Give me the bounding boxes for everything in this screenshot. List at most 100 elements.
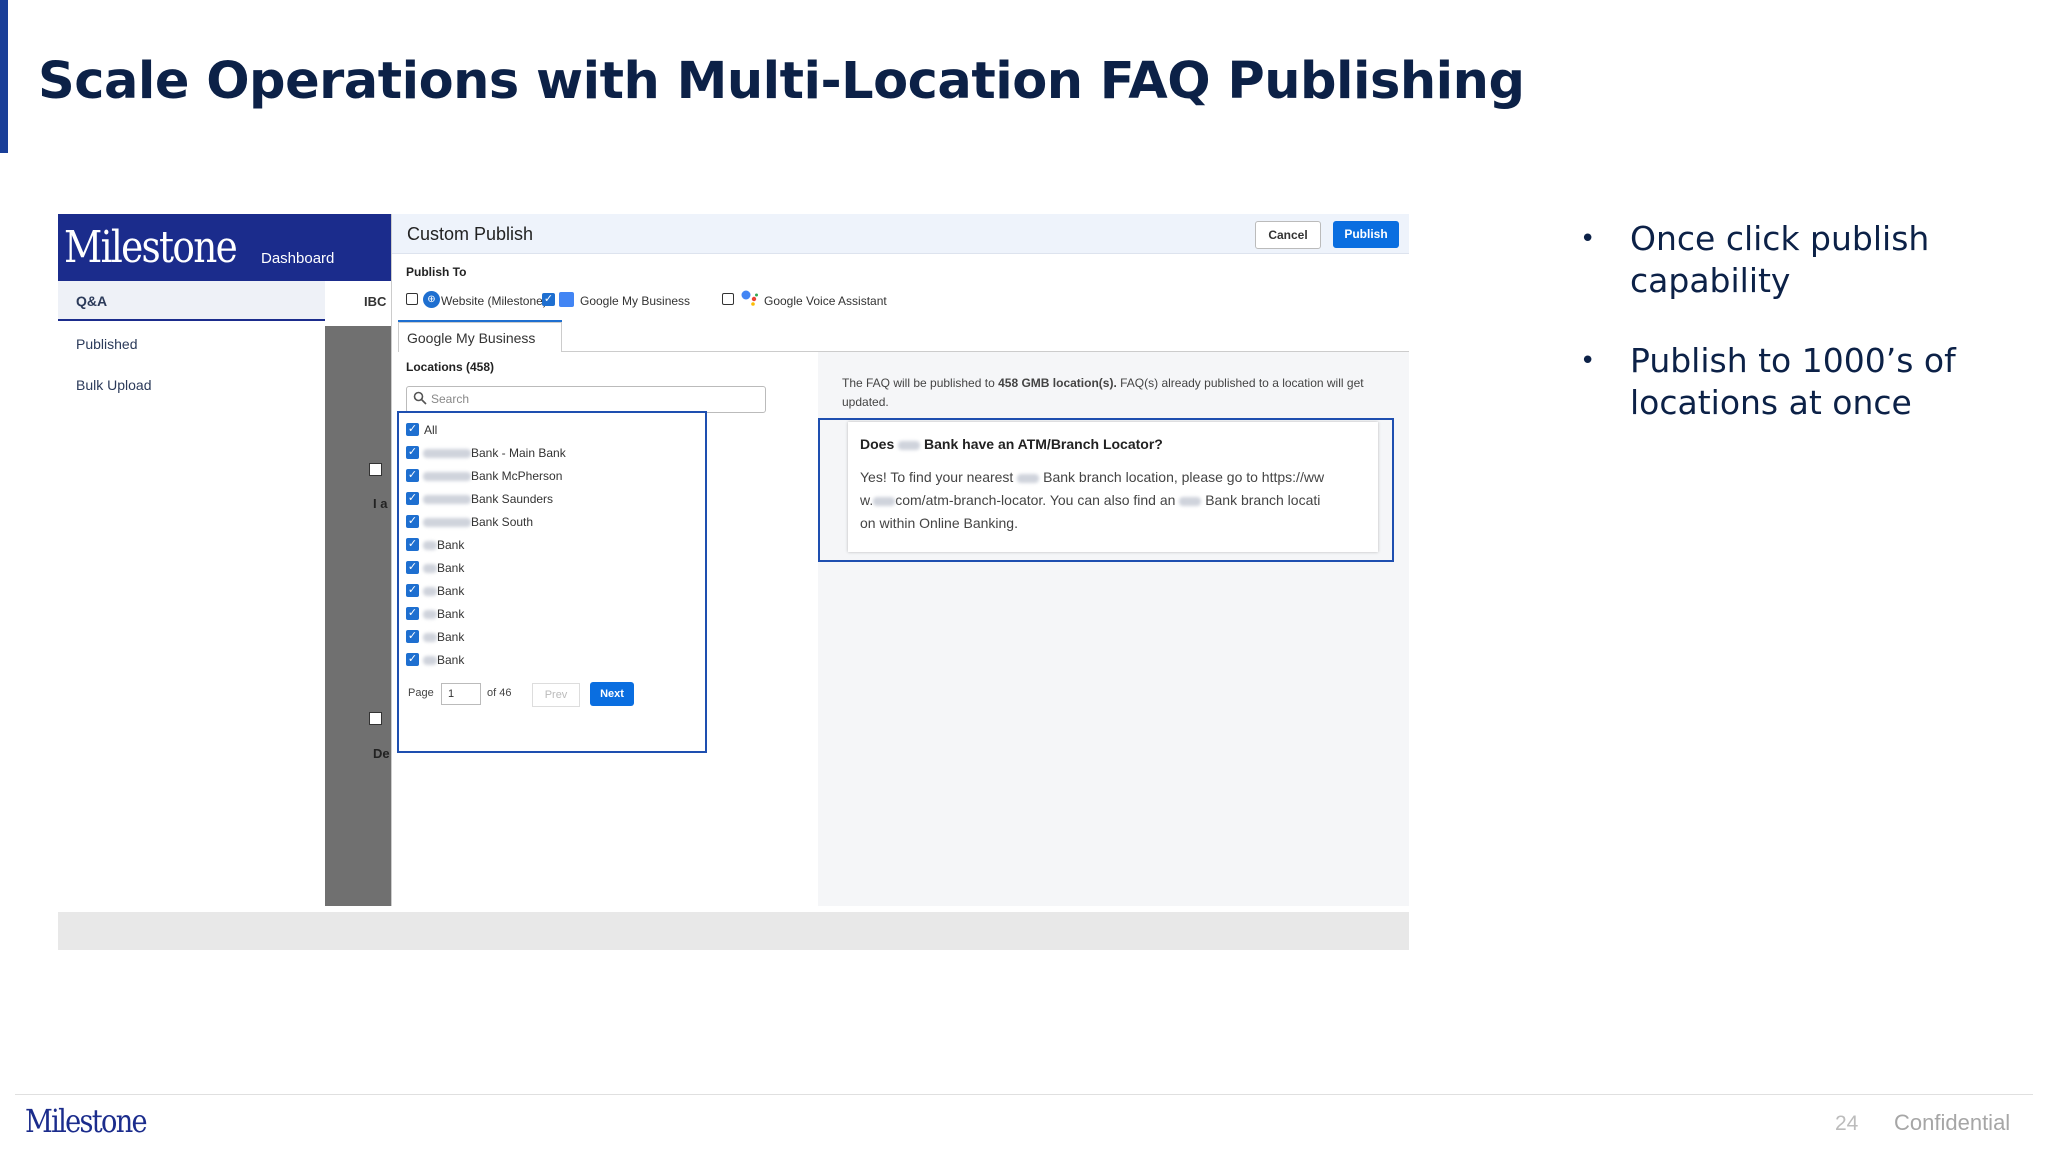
page-count: of 46 — [487, 687, 512, 699]
faq-question: Does Bank have an ATM/Branch Locator? — [860, 436, 1163, 452]
globe-icon: ⊕ — [423, 291, 440, 308]
sidebar-item-label: Q&A — [76, 293, 108, 309]
sidebar-item-qa[interactable]: Q&A — [58, 281, 325, 321]
location-checkbox[interactable]: ✓ — [406, 446, 419, 459]
faq-answer-part: com/atm-branch-locator. You can also fin… — [895, 492, 1176, 508]
faq-question-part: Does — [860, 436, 895, 452]
bullet-dot: • — [1580, 346, 1596, 376]
pager-label: Page — [408, 687, 434, 699]
bullet-text: Publish to 1000’s of locations at once — [1630, 341, 1956, 422]
faq-answer-part: Bank branch locati — [1205, 492, 1321, 508]
slide-title: Scale Operations with Multi-Location FAQ… — [38, 52, 1525, 111]
redacted-text — [423, 633, 437, 642]
redacted-text — [423, 518, 471, 527]
behind-text: I a — [373, 496, 388, 511]
location-label: Bank — [437, 584, 465, 598]
location-label: Bank — [437, 607, 465, 621]
google-assistant-icon — [741, 289, 759, 307]
redacted-text — [423, 495, 471, 504]
redacted-text — [1017, 473, 1040, 483]
sidebar-item-published[interactable]: Published — [76, 336, 138, 352]
publish-button[interactable]: Publish — [1333, 221, 1399, 248]
redacted-text — [423, 564, 437, 573]
location-checkbox[interactable]: ✓ — [406, 469, 419, 482]
next-page-button[interactable]: Next — [590, 682, 634, 706]
select-all-label: All — [424, 423, 438, 437]
location-checkbox[interactable]: ✓ — [406, 584, 419, 597]
behind-text: De — [373, 746, 390, 761]
location-label: Bank — [437, 653, 465, 667]
locations-label: Locations (458) — [406, 360, 495, 374]
behind-label: IBC — [364, 294, 387, 309]
cancel-button[interactable]: Cancel — [1255, 221, 1321, 249]
redacted-text — [898, 440, 921, 450]
location-label: Bank South — [471, 515, 534, 529]
redacted-text — [423, 449, 471, 458]
search-placeholder: Search — [431, 392, 470, 406]
location-label: Bank — [437, 561, 465, 575]
redacted-text — [423, 472, 471, 481]
app-header: Milestone Dashboard — [58, 214, 391, 281]
publish-to-label: Publish To — [406, 265, 467, 279]
location-label: Bank Saunders — [471, 492, 554, 506]
location-checkbox[interactable]: ✓ — [406, 630, 419, 643]
faq-answer-part: on within Online Banking. — [860, 515, 1018, 531]
bullet-dot: • — [1580, 224, 1596, 254]
location-label: Bank - Main Bank — [471, 446, 566, 460]
info-location-count: 458 GMB location(s). — [998, 376, 1117, 390]
google-my-business-checkbox[interactable]: ✓ — [542, 293, 555, 306]
faq-answer: Yes! To find your nearest Bank branch lo… — [860, 466, 1372, 535]
page-number-input[interactable]: 1 — [441, 683, 481, 705]
accent-bar — [0, 0, 8, 153]
faq-answer-part: Bank branch location, please go to https… — [1043, 469, 1325, 485]
location-checkbox[interactable]: ✓ — [406, 492, 419, 505]
location-checkbox[interactable]: ✓ — [406, 538, 419, 551]
select-all-checkbox[interactable]: ✓ — [406, 423, 419, 436]
publish-info-text: The FAQ will be published to 458 GMB loc… — [842, 374, 1402, 412]
location-checkbox[interactable]: ✓ — [406, 653, 419, 666]
confidential-label: Confidential — [1894, 1110, 2011, 1135]
behind-checkbox — [369, 463, 382, 476]
location-label: Bank McPherson — [471, 469, 563, 483]
website-checkbox[interactable] — [406, 293, 418, 305]
prev-page-button[interactable]: Prev — [532, 683, 580, 707]
voice-assistant-checkbox[interactable] — [722, 293, 734, 305]
location-checkbox[interactable]: ✓ — [406, 515, 419, 528]
redacted-text — [423, 587, 437, 596]
screenshot-bottom-band — [58, 912, 1409, 950]
redacted-text — [423, 656, 437, 665]
redacted-text — [423, 541, 437, 550]
locations-list: ✓ All ✓ Bank - Main Bank ✓ Bank McPherso… — [397, 411, 707, 753]
custom-publish-dialog: Custom Publish Cancel Publish Publish To… — [391, 214, 1409, 906]
google-my-business-label: Google My Business — [580, 294, 691, 308]
footer-rule — [15, 1094, 2033, 1095]
bullet-item: • Once click publish capability — [1580, 218, 2020, 302]
faq-card: Does Bank have an ATM/Branch Locator? Ye… — [848, 422, 1378, 552]
dialog-header: Custom Publish Cancel Publish — [392, 214, 1409, 254]
search-icon — [413, 391, 427, 405]
faq-question-part: Bank have an ATM/Branch Locator? — [924, 436, 1163, 452]
location-search-input[interactable]: Search — [406, 386, 766, 413]
location-checkbox[interactable]: ✓ — [406, 607, 419, 620]
info-text-part: The FAQ will be published to — [842, 376, 999, 390]
faq-answer-part: Yes! To find your nearest — [860, 469, 1014, 485]
google-my-business-icon — [559, 292, 574, 307]
dialog-title: Custom Publish — [407, 224, 534, 244]
footer-logo: Milestone — [25, 1102, 148, 1140]
bullet-text: Once click publish capability — [1630, 219, 1930, 300]
location-label: Bank — [437, 630, 465, 644]
tab-google-my-business[interactable]: Google My Business — [398, 322, 562, 352]
redacted-text — [1179, 496, 1202, 506]
faq-answer-part: w. — [860, 492, 874, 508]
behind-checkbox — [369, 712, 382, 725]
app-screenshot: Milestone Dashboard Q&A Published Bulk U… — [58, 214, 1409, 950]
nav-dashboard-link[interactable]: Dashboard — [261, 250, 334, 267]
faq-preview-pane: The FAQ will be published to 458 GMB loc… — [818, 352, 1409, 906]
bullet-item: • Publish to 1000’s of locations at once — [1580, 340, 2020, 424]
app-logo: Milestone — [64, 222, 238, 273]
modal-overlay: I a De — [325, 326, 392, 906]
location-checkbox[interactable]: ✓ — [406, 561, 419, 574]
voice-assistant-label: Google Voice Assistant — [764, 294, 887, 308]
sidebar-item-bulk-upload[interactable]: Bulk Upload — [76, 377, 152, 393]
location-label: Bank — [437, 538, 465, 552]
